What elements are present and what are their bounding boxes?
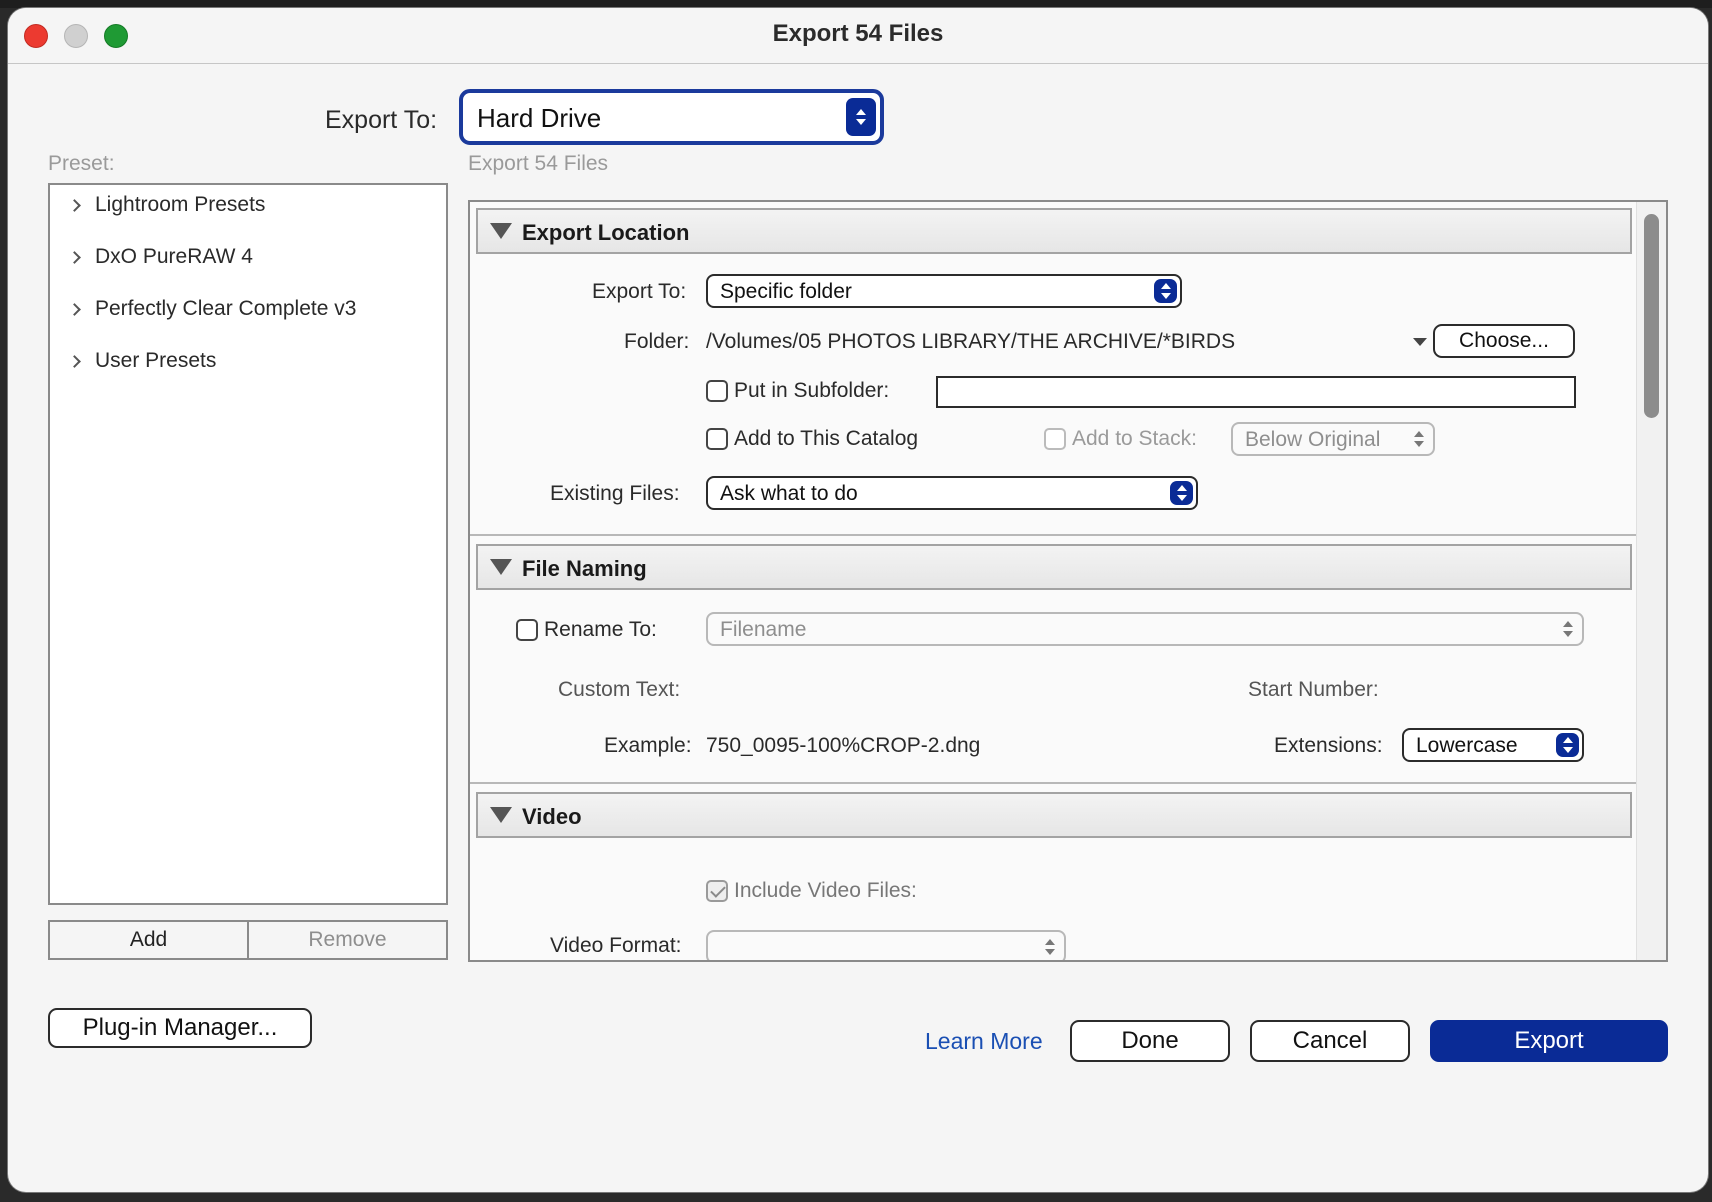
put-in-subfolder-label: Put in Subfolder: [734, 379, 890, 402]
existing-files-select[interactable]: Ask what to do [706, 476, 1198, 510]
cancel-button[interactable]: Cancel [1250, 1020, 1410, 1062]
custom-text-label: Custom Text: [558, 678, 681, 701]
select-stepper-icon [1170, 481, 1193, 505]
add-to-stack-checkbox[interactable] [1044, 428, 1066, 450]
existing-files-label: Existing Files: [550, 482, 680, 505]
folder-history-dropdown-icon[interactable] [1413, 338, 1427, 346]
add-preset-button[interactable]: Add [50, 922, 249, 958]
extensions-label: Extensions: [1274, 734, 1383, 757]
select-stepper-icon [1154, 279, 1177, 303]
video-header[interactable]: Video [476, 792, 1632, 838]
extensions-value: Lowercase [1416, 734, 1518, 757]
remove-preset-button[interactable]: Remove [249, 922, 446, 958]
preset-item-lightroom[interactable]: Lightroom Presets [68, 193, 265, 217]
start-number-label: Start Number: [1248, 678, 1379, 701]
select-stepper-icon [1409, 427, 1429, 451]
subfolder-input[interactable] [936, 376, 1576, 408]
example-filename: 750_0095-100%CROP-2.dng [706, 734, 981, 757]
location-export-to-value: Specific folder [720, 280, 852, 303]
section-divider [470, 782, 1640, 784]
done-button[interactable]: Done [1070, 1020, 1230, 1062]
chevron-right-icon [68, 251, 81, 264]
video-title: Video [522, 804, 582, 829]
export-to-select[interactable]: Hard Drive [459, 89, 884, 145]
extensions-select[interactable]: Lowercase [1402, 728, 1584, 762]
location-export-to-select[interactable]: Specific folder [706, 274, 1182, 308]
folder-label: Folder: [624, 330, 690, 353]
export-location-header[interactable]: Export Location [476, 208, 1632, 254]
chevron-right-icon [68, 199, 81, 212]
include-video-label: Include Video Files: [734, 879, 917, 902]
disclosure-triangle-icon [490, 807, 512, 823]
learn-more-link[interactable]: Learn More [925, 1028, 1043, 1055]
scrollbar-thumb[interactable] [1644, 214, 1659, 418]
file-naming-header[interactable]: File Naming [476, 544, 1632, 590]
file-naming-title: File Naming [522, 556, 647, 581]
example-label: Example: [604, 734, 692, 757]
select-stepper-icon [1040, 935, 1060, 959]
disclosure-triangle-icon [490, 559, 512, 575]
add-to-catalog-label: Add to This Catalog [734, 427, 919, 450]
plugin-manager-button[interactable]: Plug-in Manager... [48, 1008, 312, 1048]
export-settings-panel: Export Location Export To: Specific fold… [468, 200, 1668, 962]
chevron-right-icon [68, 303, 81, 316]
background-app-strip [0, 0, 1712, 8]
rename-template-value: Filename [720, 618, 807, 641]
chevron-right-icon [68, 355, 81, 368]
export-button[interactable]: Export [1430, 1020, 1668, 1062]
select-stepper-icon [846, 98, 876, 136]
choose-folder-button[interactable]: Choose... [1433, 324, 1575, 358]
settings-scrollbar[interactable] [1636, 202, 1666, 960]
window-title: Export 54 Files [772, 20, 944, 47]
rename-to-checkbox[interactable] [516, 619, 538, 641]
add-to-catalog-checkbox[interactable] [706, 428, 728, 450]
stack-position-value: Below Original [1245, 428, 1381, 451]
video-format-label: Video Format: [550, 934, 682, 957]
export-to-label: Export To: [325, 106, 438, 134]
stack-position-select[interactable]: Below Original [1231, 422, 1435, 456]
rename-template-select[interactable]: Filename [706, 612, 1584, 646]
main-heading: Export 54 Files [468, 152, 609, 175]
title-bar: Export 54 Files [8, 8, 1708, 64]
rename-to-label: Rename To: [544, 618, 657, 641]
existing-files-value: Ask what to do [720, 482, 858, 505]
export-location-title: Export Location [522, 220, 690, 245]
select-stepper-icon [1556, 733, 1579, 757]
folder-path: /Volumes/05 PHOTOS LIBRARY/THE ARCHIVE/*… [706, 330, 1236, 353]
include-video-checkbox[interactable] [706, 880, 728, 902]
select-stepper-icon [1558, 617, 1578, 641]
preset-item-perfectly-clear[interactable]: Perfectly Clear Complete v3 [68, 297, 356, 321]
preset-list[interactable]: Lightroom Presets DxO PureRAW 4 Perfectl… [48, 183, 448, 905]
video-format-select[interactable] [706, 930, 1066, 960]
preset-item-user[interactable]: User Presets [68, 349, 216, 373]
preset-label: Preset: [48, 152, 115, 175]
preset-item-dxo[interactable]: DxO PureRAW 4 [68, 245, 253, 269]
export-to-value: Hard Drive [477, 103, 602, 133]
export-dialog: Export 54 Files Export To: Hard Drive Pr… [8, 8, 1708, 1192]
put-in-subfolder-checkbox[interactable] [706, 380, 728, 402]
section-divider [470, 534, 1640, 536]
location-export-to-label: Export To: [592, 280, 687, 303]
preset-buttons: Add Remove [48, 920, 448, 960]
add-to-stack-label: Add to Stack: [1072, 427, 1197, 450]
disclosure-triangle-icon [490, 223, 512, 239]
